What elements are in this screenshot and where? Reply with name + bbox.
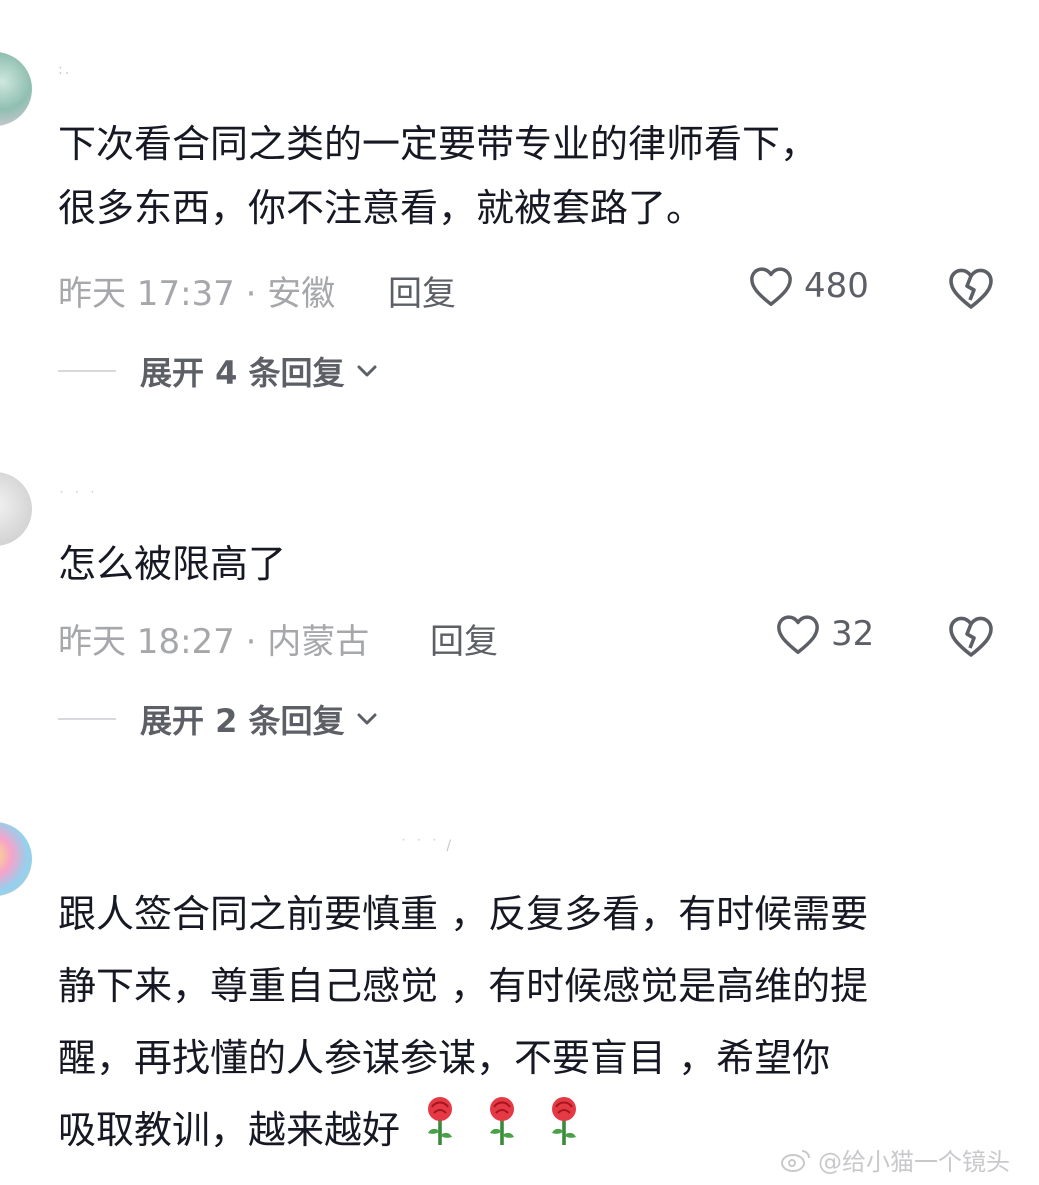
heart-icon — [777, 615, 819, 654]
watermark: @给小猫一个镜头 — [780, 1142, 1010, 1177]
username[interactable]: ˙ ˙ ˙ / — [400, 838, 453, 854]
expand-label: 展开 4 条回复 — [140, 354, 345, 392]
avatar[interactable] — [0, 52, 32, 126]
username[interactable]: ˙ ˙ ˙ — [58, 490, 98, 506]
divider-line — [58, 370, 116, 372]
weibo-icon — [781, 1149, 810, 1172]
like-button[interactable]: 32 — [775, 612, 874, 656]
expand-replies-button[interactable]: 展开 2 条回复 — [58, 696, 379, 742]
comment-text: 跟人签合同之前要慎重 ，反复多看，有时候需要 静下来，尊重自己感觉 ，有时候感觉… — [58, 878, 1008, 1170]
rose-icon — [480, 1095, 524, 1170]
like-count: 480 — [804, 266, 869, 306]
dislike-button[interactable] — [947, 265, 995, 311]
chevron-down-icon — [357, 713, 377, 725]
expand-replies-button[interactable]: 展开 4 条回复 — [58, 348, 379, 394]
comment-text: 下次看合同之类的一定要带专业的律师看下， 很多东西，你不注意看，就被套路了。 — [58, 122, 819, 230]
watermark-text: @给小猫一个镜头 — [818, 1148, 1010, 1176]
reply-button[interactable]: 回复 — [388, 266, 456, 315]
broken-heart-icon — [949, 268, 993, 309]
divider-line — [58, 718, 116, 720]
avatar[interactable] — [0, 472, 32, 546]
broken-heart-icon — [949, 616, 993, 657]
comment-meta: 昨天 17:37 · 安徽 — [58, 274, 336, 314]
comment-text: 怎么被限高了 — [58, 542, 287, 586]
like-button[interactable]: 480 — [748, 264, 869, 308]
dislike-button[interactable] — [947, 613, 995, 659]
chevron-down-icon — [357, 365, 377, 377]
rose-icon — [418, 1095, 462, 1170]
like-count: 32 — [831, 614, 875, 654]
heart-icon — [750, 267, 792, 306]
expand-label: 展开 2 条回复 — [140, 702, 345, 740]
username[interactable]: ​:. — [58, 62, 71, 78]
comment-meta: 昨天 18:27 · 内蒙古 — [58, 622, 370, 662]
rose-icon — [542, 1095, 586, 1170]
reply-button[interactable]: 回复 — [430, 614, 498, 663]
avatar[interactable] — [0, 822, 32, 896]
